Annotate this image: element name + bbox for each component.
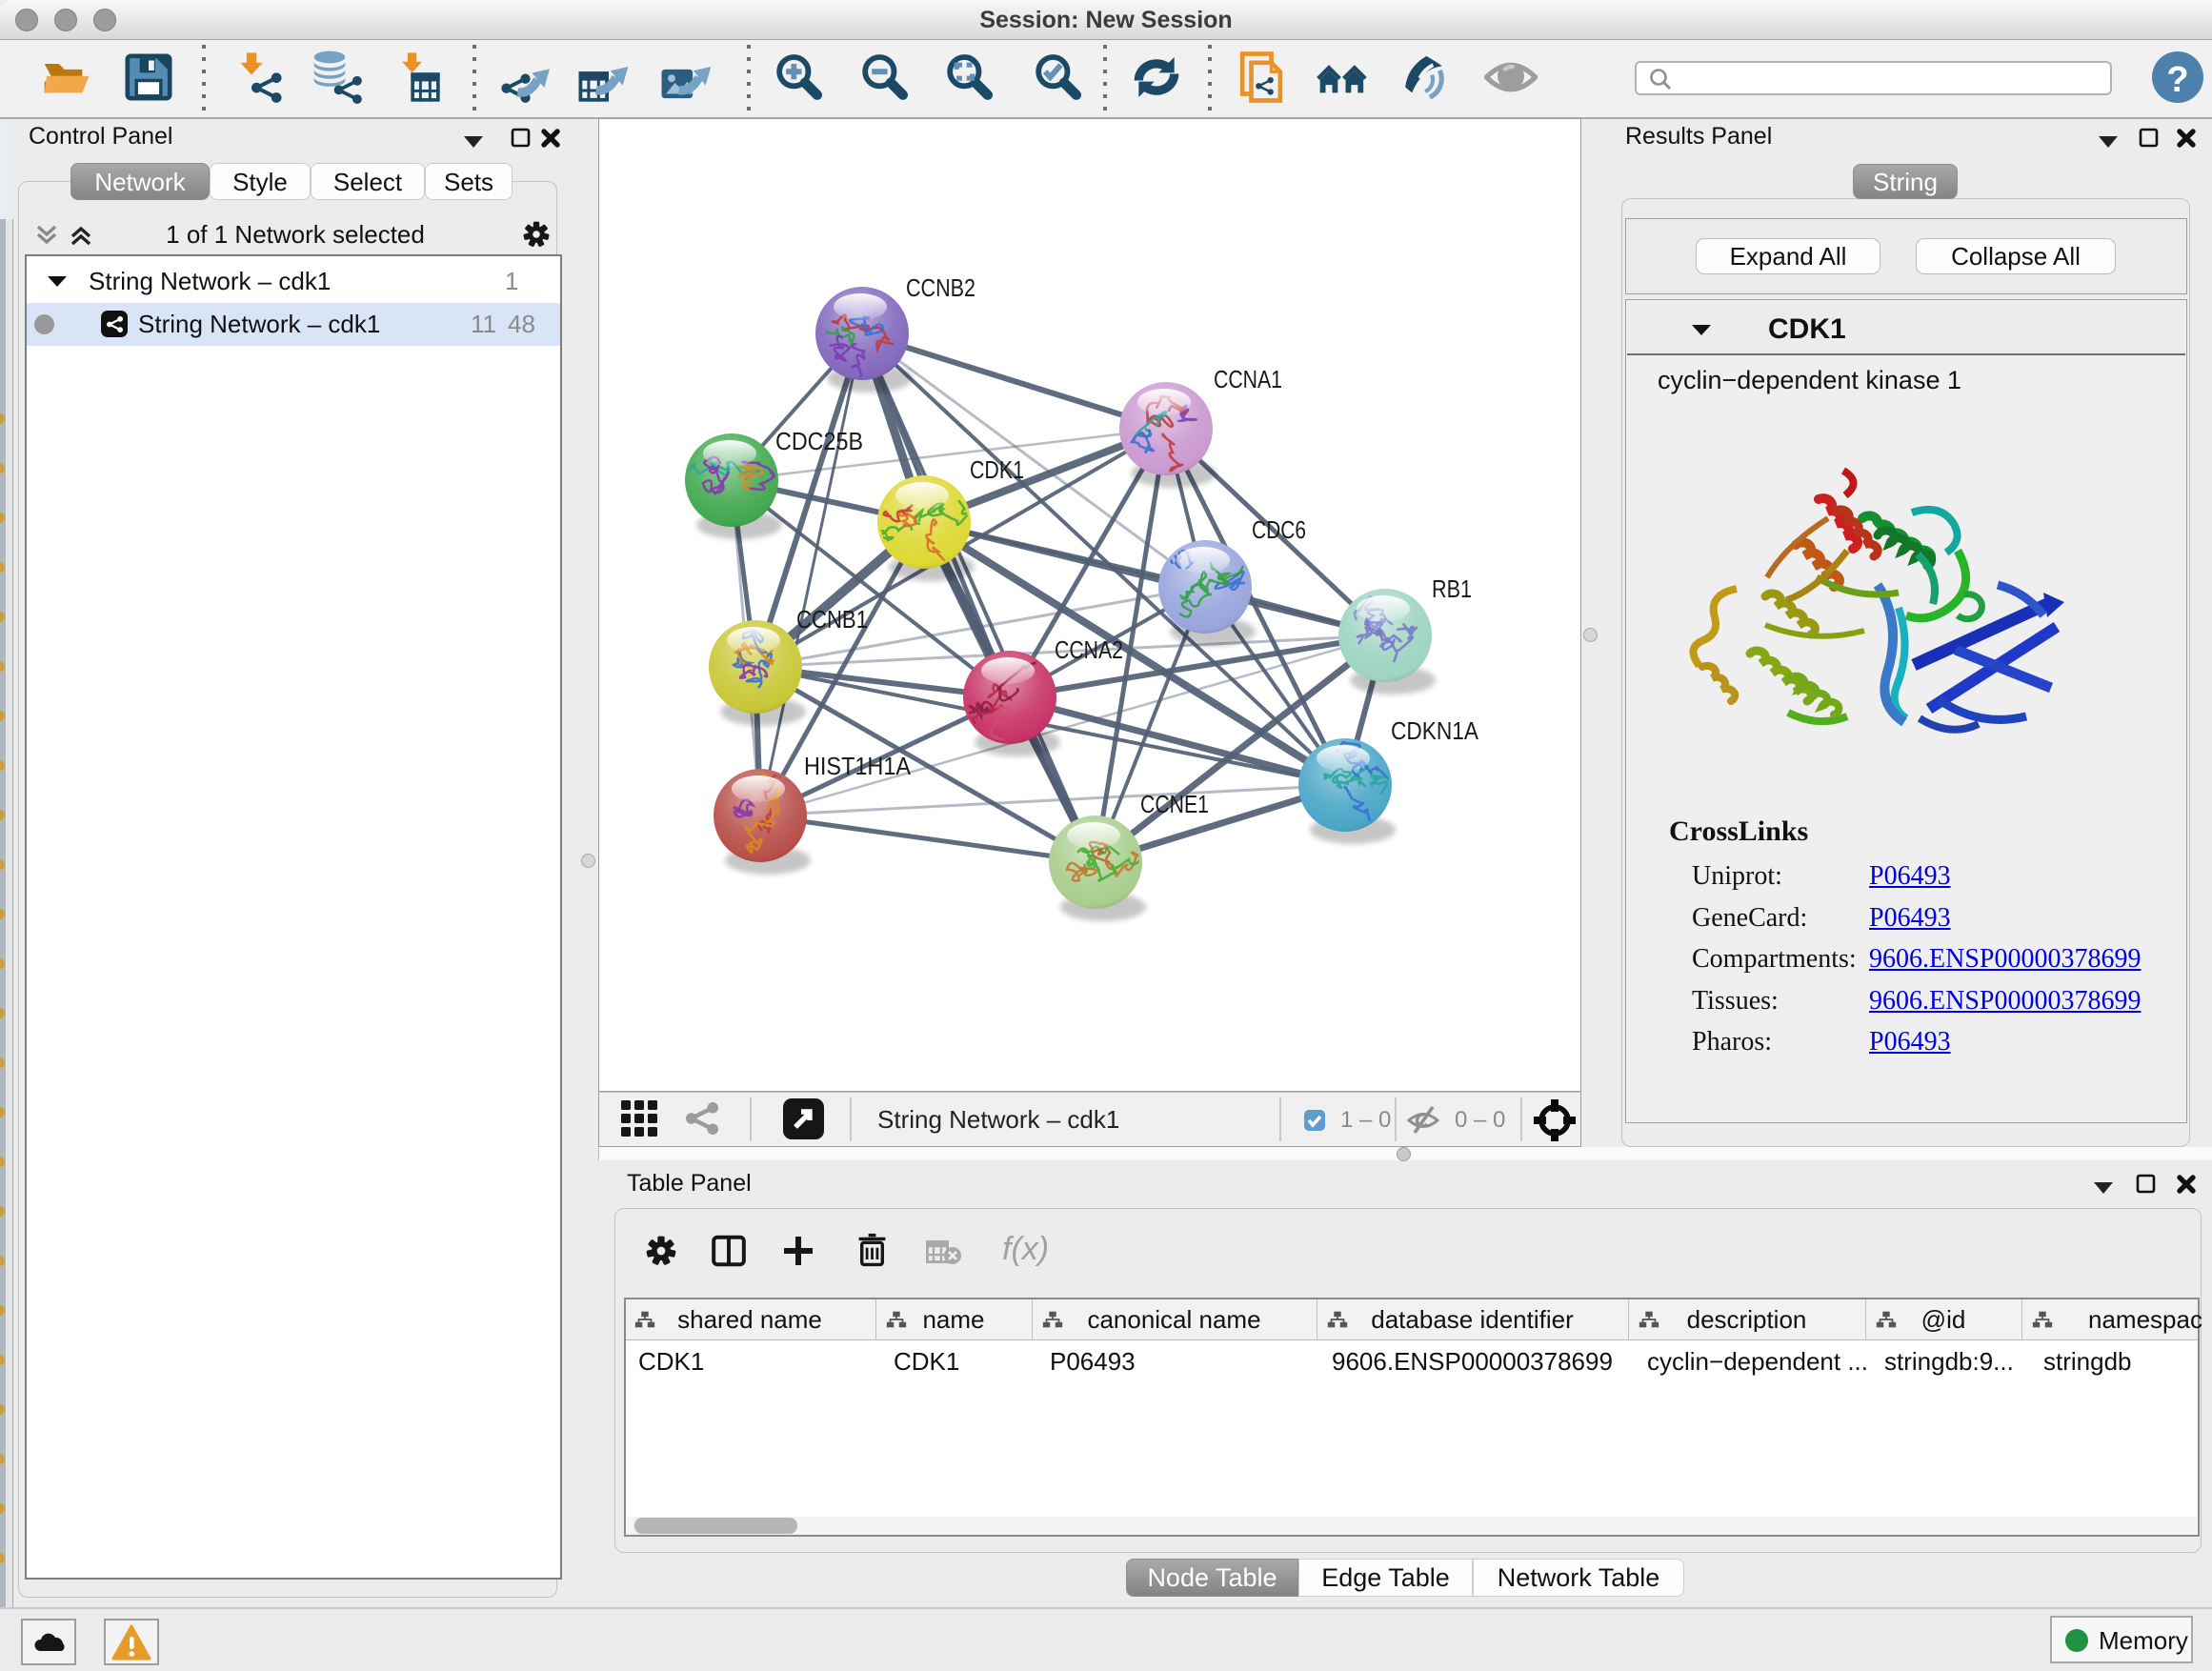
svg-text:CCNB1: CCNB1 xyxy=(796,605,868,634)
svg-text:RB1: RB1 xyxy=(1432,574,1472,603)
svg-text:CDC6: CDC6 xyxy=(1252,515,1306,544)
svg-text:CCNA1: CCNA1 xyxy=(1214,365,1282,393)
svg-text:CDC25B: CDC25B xyxy=(775,427,863,455)
svg-text:CCNB2: CCNB2 xyxy=(906,273,975,302)
svg-text:HIST1H1A: HIST1H1A xyxy=(804,752,912,780)
svg-text:CCNA2: CCNA2 xyxy=(1055,635,1123,664)
svg-text:CDKN1A: CDKN1A xyxy=(1391,716,1479,745)
svg-text:CDK1: CDK1 xyxy=(970,455,1024,484)
svg-text:CCNE1: CCNE1 xyxy=(1140,790,1209,818)
